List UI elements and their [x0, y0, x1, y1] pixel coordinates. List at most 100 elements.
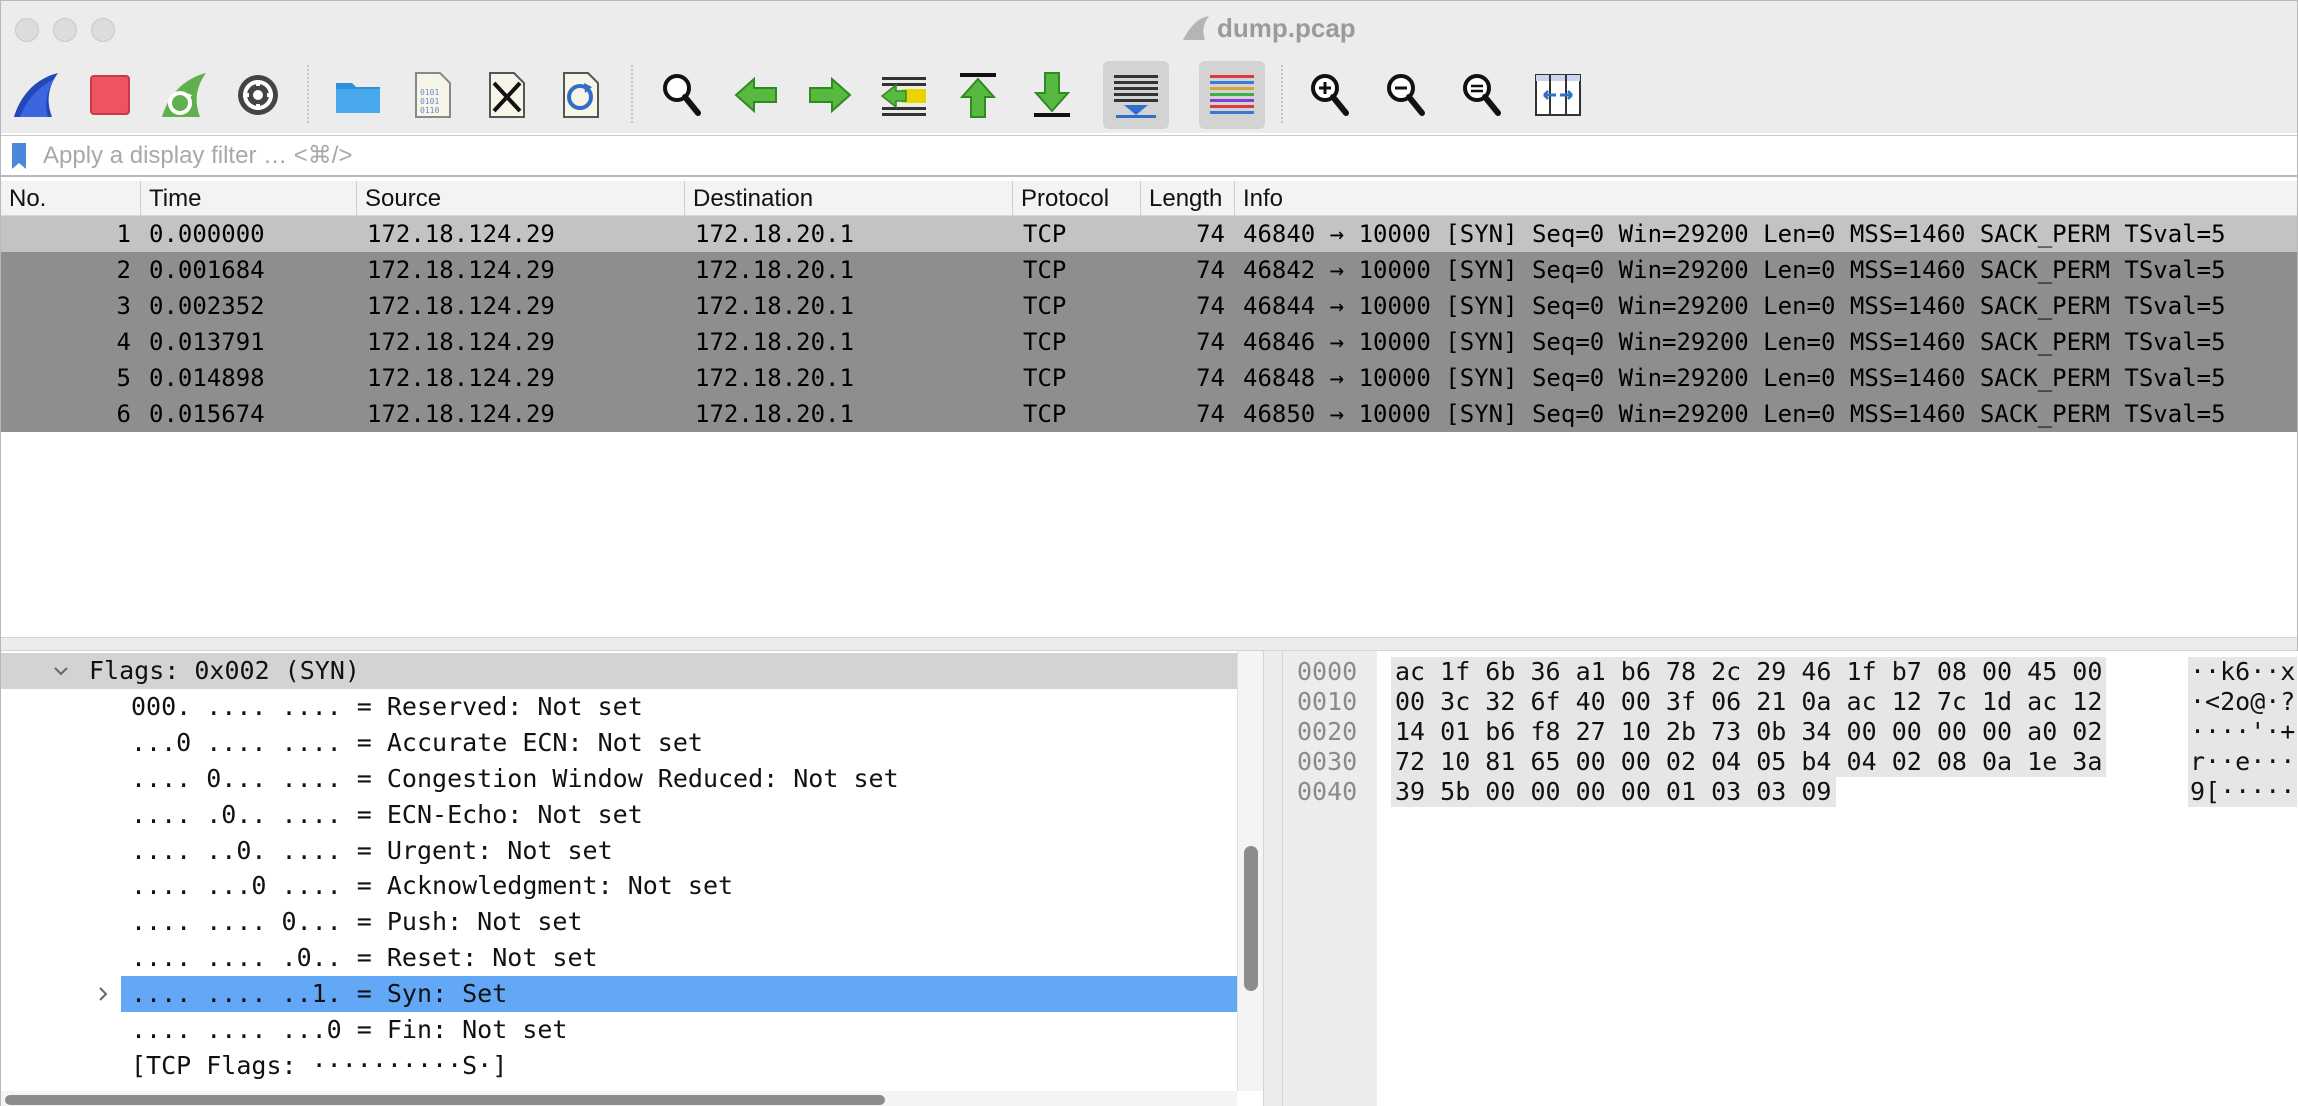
packet-row[interactable]: 6 0.015674 172.18.124.29 172.18.20.1 TCP 74 46…: [1, 396, 2297, 432]
reload-file-button[interactable]: [547, 61, 613, 129]
packet-row[interactable]: 4 0.013791 172.18.124.29 172.18.20.1 TCP 74 46…: [1, 324, 2297, 360]
colorize-lines-icon: [1210, 75, 1254, 114]
detail-row[interactable]: .... .... 0... = Push: Not set: [1, 904, 1237, 940]
cell-source: 172.18.124.29: [367, 400, 555, 428]
find-packet-button[interactable]: [649, 61, 715, 129]
colorize-button[interactable]: [1199, 61, 1265, 129]
first-packet-button[interactable]: [945, 61, 1011, 129]
bookmark-icon[interactable]: [11, 142, 27, 170]
byte-ascii[interactable]: ··k6··x: [2188, 657, 2298, 687]
cell-protocol: TCP: [1023, 328, 1067, 356]
cell-length: 74: [1196, 364, 1225, 392]
start-capture-button[interactable]: [3, 61, 69, 129]
binary-file-icon: 010101010110: [415, 72, 451, 118]
last-packet-button[interactable]: [1019, 61, 1085, 129]
svg-text:0110: 0110: [420, 106, 439, 115]
chevron-right-icon[interactable]: [91, 976, 115, 1012]
arrow-down-bar-icon: [1033, 72, 1071, 117]
byte-hex[interactable]: ac 1f 6b 36 a1 b6 78 2c 29 46 1f b7 08 0…: [1391, 657, 2107, 687]
open-file-button[interactable]: [325, 61, 391, 129]
column-header-destination[interactable]: Destination: [685, 181, 1013, 216]
magnifier-icon: [663, 74, 701, 116]
cell-protocol: TCP: [1023, 400, 1067, 428]
auto-scroll-icon: [1114, 75, 1158, 118]
detail-row[interactable]: .... 0... .... = Congestion Window Reduc…: [1, 761, 1237, 797]
arrow-left-icon: [734, 76, 777, 114]
byte-ascii[interactable]: ·<2o@·?: [2188, 687, 2298, 717]
packet-row[interactable]: 1 0.000000 172.18.124.29 172.18.20.1 TCP 74 46…: [1, 216, 2297, 252]
bytes-row: 0010 00 3c 32 6f 40 00 3f 06 21 0a ac 12 …: [1283, 687, 2298, 717]
auto-scroll-button[interactable]: [1103, 61, 1169, 129]
pane-splitter-horizontal[interactable]: [1, 637, 2297, 651]
detail-row[interactable]: .... .0.. .... = ECN-Echo: Not set: [1, 797, 1237, 833]
cell-length: 74: [1196, 400, 1225, 428]
go-forward-button[interactable]: [797, 61, 863, 129]
column-header-length[interactable]: Length: [1141, 181, 1235, 216]
detail-text: .... .... ...0 = Fin: Not set: [131, 1015, 568, 1044]
cell-destination: 172.18.20.1: [695, 400, 854, 428]
cell-info: 46842 → 10000 [SYN] Seq=0 Win=29200 Len=…: [1243, 256, 2226, 284]
cell-destination: 172.18.20.1: [695, 220, 854, 248]
stop-capture-button[interactable]: [77, 61, 143, 129]
byte-ascii[interactable]: 9[·····: [2188, 777, 2298, 807]
zoom-in-button[interactable]: [1297, 61, 1363, 129]
cell-time: 0.015674: [149, 400, 265, 428]
column-header-no[interactable]: No.: [1, 181, 141, 216]
go-back-button[interactable]: [723, 61, 789, 129]
byte-ascii[interactable]: ····'·+: [2188, 717, 2298, 747]
byte-offset: 0010: [1297, 687, 1358, 716]
chevron-down-icon[interactable]: [49, 653, 73, 689]
display-filter-input[interactable]: [43, 139, 2283, 173]
minimize-window-button[interactable]: [53, 18, 77, 42]
zoom-window-button[interactable]: [91, 18, 115, 42]
packet-row[interactable]: 5 0.014898 172.18.124.29 172.18.20.1 TCP 74 46…: [1, 360, 2297, 396]
byte-ascii[interactable]: r··e···: [2188, 747, 2298, 777]
packet-row[interactable]: 3 0.002352 172.18.124.29 172.18.20.1 TCP 74 46…: [1, 288, 2297, 324]
go-to-packet-button[interactable]: [871, 61, 937, 129]
capture-options-button[interactable]: [225, 61, 291, 129]
details-vertical-scrollbar[interactable]: [1237, 651, 1263, 1091]
detail-row[interactable]: .... ..0. .... = Urgent: Not set: [1, 833, 1237, 869]
column-header-info[interactable]: Info: [1235, 181, 2297, 216]
byte-hex[interactable]: 14 01 b6 f8 27 10 2b 73 0b 34 00 00 00 0…: [1391, 717, 2107, 747]
normal-size-button[interactable]: [1449, 61, 1515, 129]
restart-capture-button[interactable]: [151, 61, 217, 129]
byte-offset: 0020: [1297, 717, 1358, 746]
bytes-row: 0030 72 10 81 65 00 00 02 04 05 b4 04 02 …: [1283, 747, 2298, 777]
cell-protocol: TCP: [1023, 256, 1067, 284]
resize-columns-button[interactable]: [1525, 61, 1591, 129]
byte-hex[interactable]: 72 10 81 65 00 00 02 04 05 b4 04 02 08 0…: [1391, 747, 2107, 777]
detail-row[interactable]: .... .... .0.. = Reset: Not set: [1, 940, 1237, 976]
cell-source: 172.18.124.29: [367, 220, 555, 248]
detail-text: .... ..0. .... = Urgent: Not set: [131, 835, 613, 865]
column-header-source[interactable]: Source: [357, 181, 685, 216]
details-hscroll-thumb[interactable]: [5, 1095, 885, 1105]
details-horizontal-scrollbar[interactable]: [1, 1091, 1237, 1106]
byte-hex[interactable]: 39 5b 00 00 00 00 01 03 03 09: [1391, 777, 1836, 807]
detail-row[interactable]: [TCP Flags: ··········S·]: [1, 1048, 1237, 1084]
resize-columns-icon: [1535, 74, 1581, 116]
zoom-out-button[interactable]: [1373, 61, 1439, 129]
restart-fin-icon: [162, 73, 206, 117]
cell-info: 46846 → 10000 [SYN] Seq=0 Win=29200 Len=…: [1243, 328, 2226, 356]
close-file-button[interactable]: [473, 61, 539, 129]
detail-row[interactable]: .... .... ...0 = Fin: Not set: [1, 1012, 1237, 1048]
folder-icon: [336, 83, 380, 113]
close-window-button[interactable]: [15, 18, 39, 42]
packet-row[interactable]: 2 0.001684 172.18.124.29 172.18.20.1 TCP 74 46…: [1, 252, 2297, 288]
details-scroll-thumb[interactable]: [1244, 846, 1258, 991]
cell-protocol: TCP: [1023, 364, 1067, 392]
byte-hex[interactable]: 00 3c 32 6f 40 00 3f 06 21 0a ac 12 7c 1…: [1391, 687, 2107, 717]
detail-row[interactable]: 000. .... .... = Reserved: Not set: [1, 689, 1237, 725]
column-header-protocol[interactable]: Protocol: [1013, 181, 1141, 216]
detail-group-row[interactable]: Flags: 0x002 (SYN): [1, 653, 1237, 689]
pane-splitter-vertical[interactable]: [1263, 651, 1283, 1106]
detail-row[interactable]: .... .... ..1. = Syn: Set: [99, 976, 1237, 1013]
cell-no: 2: [116, 256, 131, 284]
save-file-button[interactable]: 0101 0101 0110: [399, 61, 465, 129]
detail-row[interactable]: .... ...0 .... = Acknowledgment: Not set: [1, 868, 1237, 904]
column-header-time[interactable]: Time: [141, 181, 357, 216]
detail-row[interactable]: ...0 .... .... = Accurate ECN: Not set: [1, 725, 1237, 761]
shark-fin-icon: [1183, 16, 1209, 40]
gear-icon: [238, 75, 278, 115]
